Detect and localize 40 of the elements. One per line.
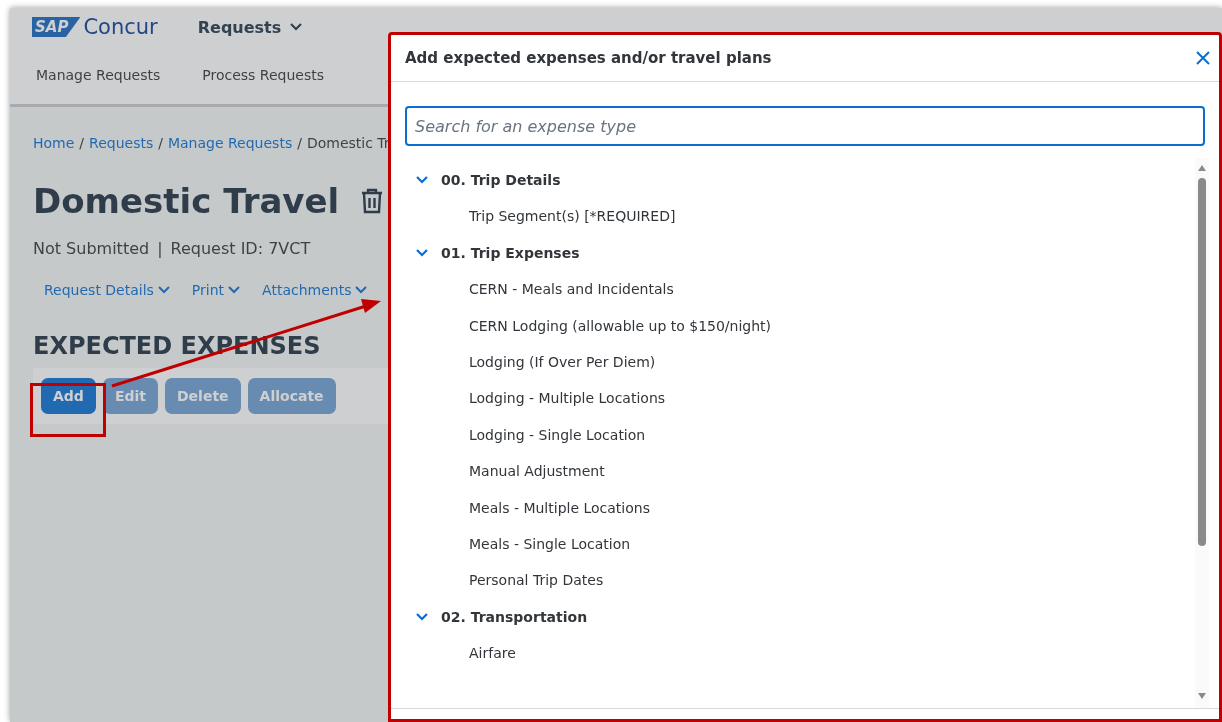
search-field[interactable]: Search for an expense type — [405, 106, 1205, 146]
scrollbar[interactable] — [1195, 158, 1209, 708]
expense-type-item[interactable]: Trip Segment(s) [*REQUIRED] — [415, 198, 1195, 235]
expense-type-item[interactable]: Meals - Multiple Locations — [415, 489, 1195, 526]
tree-group[interactable]: 02. Transportation — [415, 598, 1195, 636]
scroll-down-icon[interactable] — [1197, 692, 1207, 700]
close-icon[interactable] — [1195, 50, 1211, 66]
concur-logo[interactable]: SAP Concur — [32, 15, 158, 39]
breadcrumb-separator: / — [158, 135, 163, 151]
requests-menu[interactable]: Requests — [191, 16, 310, 38]
scroll-up-icon[interactable] — [1197, 164, 1207, 172]
nav-tab[interactable]: Manage Requests — [36, 67, 161, 83]
toolbar-button[interactable]: Add — [41, 378, 96, 414]
expense-type-item[interactable]: Manual Adjustment — [415, 453, 1195, 490]
request-id: Request ID: 7VCT — [170, 239, 311, 258]
expense-type-item[interactable]: Lodging - Single Location — [415, 416, 1195, 454]
chevron-down-icon — [355, 286, 368, 294]
trash-icon[interactable] — [361, 188, 384, 214]
dialog-title: Add expected expenses and/or travel plans — [405, 49, 772, 67]
page-title: Domestic Travel — [33, 181, 340, 221]
tree-group[interactable]: 00. Trip Details — [415, 162, 1195, 199]
expense-type-item[interactable]: Meals - Single Location — [415, 525, 1195, 563]
expense-type-item[interactable]: CERN Lodging (allowable up to $150/night) — [415, 307, 1195, 344]
chevron-down-icon — [289, 22, 304, 32]
expense-type-item[interactable]: Personal Trip Dates — [415, 562, 1195, 599]
expense-type-item[interactable]: CERN - Meals and Incidentals — [415, 271, 1195, 308]
request-status: Not Submitted — [33, 239, 150, 258]
expense-type-item[interactable]: Lodging - Multiple Locations — [415, 380, 1195, 417]
logo-badge: SAP — [32, 17, 81, 37]
separator: | — [157, 239, 163, 258]
chevron-down-icon — [228, 286, 241, 294]
nav-tab[interactable]: Process Requests — [202, 67, 324, 83]
current-page-text: Domestic Tr — [306, 135, 390, 151]
tree-group[interactable]: 01. Trip Expenses — [415, 234, 1195, 272]
breadcrumb-separator: / — [79, 135, 85, 151]
expense-type-item[interactable]: Lodging (If Over Per Diem) — [415, 343, 1195, 381]
logo-text: Concur — [83, 15, 158, 39]
expense-type-item[interactable]: Airfare — [415, 635, 1195, 672]
chevron-down-icon — [157, 286, 170, 294]
breadcrumb-separator: / — [297, 135, 302, 151]
